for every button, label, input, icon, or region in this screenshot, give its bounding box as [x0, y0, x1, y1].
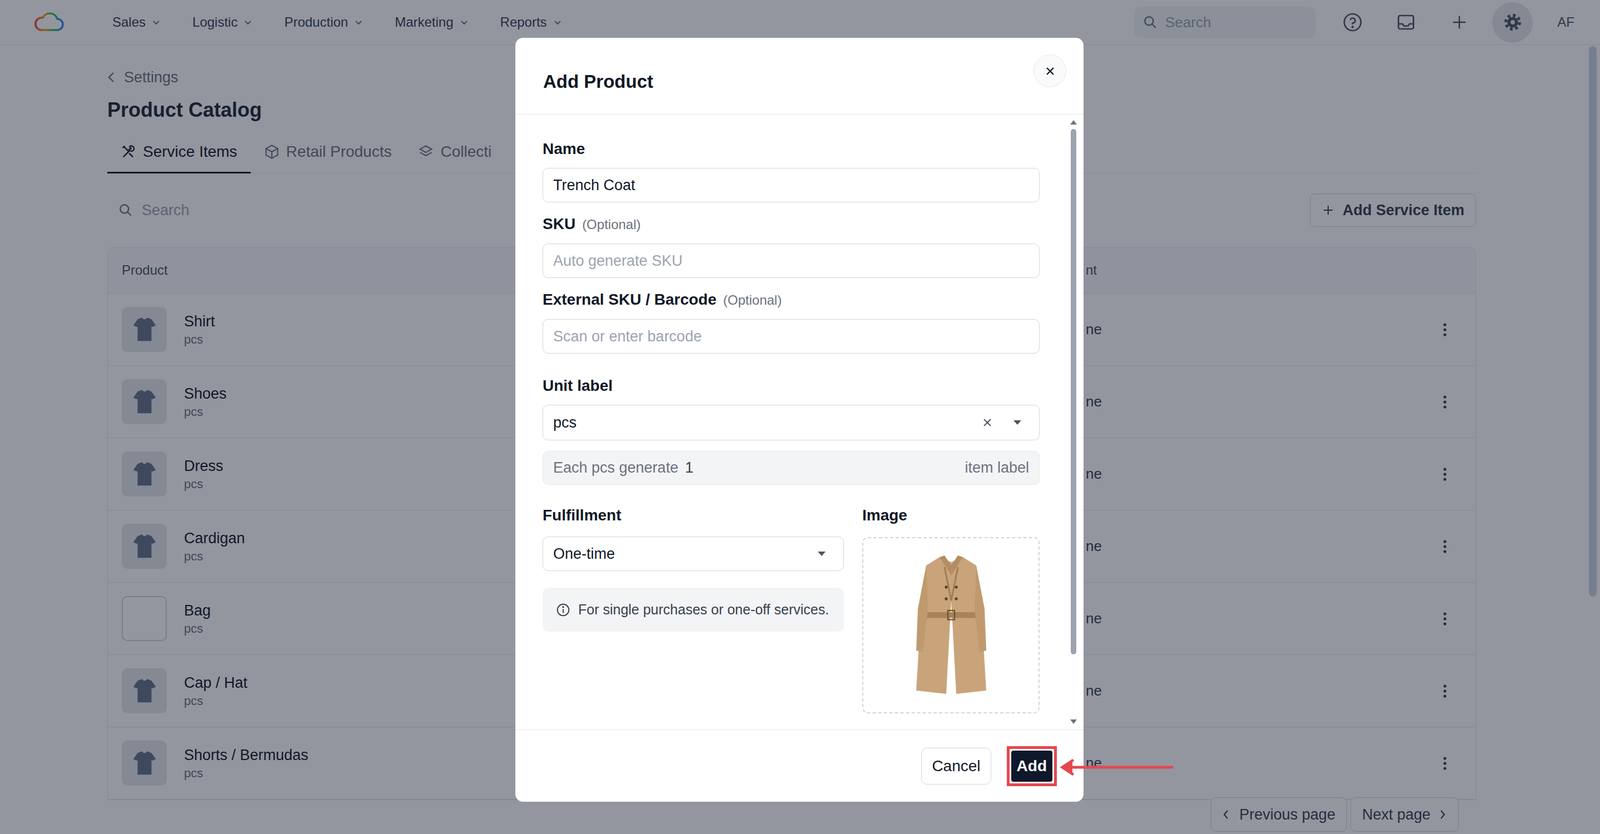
dialog-title: Add Product: [543, 70, 654, 114]
scroll-down-icon[interactable]: [1069, 718, 1078, 725]
chevron-down-icon[interactable]: [816, 550, 827, 558]
fulfillment-select[interactable]: One-time: [542, 536, 844, 571]
highlight-frame: Add: [1006, 746, 1057, 787]
sku-field: SKU(Optional): [542, 214, 1040, 278]
item-label-generator: Each pcs generate 1 item label: [542, 450, 1040, 485]
dialog-footer: Cancel Add: [515, 729, 1084, 802]
trench-coat-image: [909, 550, 993, 701]
dialog-header: Add Product: [515, 37, 1084, 115]
unit-label-select[interactable]: pcs: [542, 404, 1040, 441]
unit-label-field: Unit label pcs Each pcs generate 1 item …: [542, 376, 1040, 485]
fulfillment-info: For single purchases or one-off services…: [542, 587, 844, 632]
barcode-input[interactable]: [542, 319, 1040, 354]
scrollbar-thumb[interactable]: [1070, 128, 1077, 655]
chevron-down-icon[interactable]: [1012, 419, 1023, 426]
add-product-dialog: Add Product Name SKU(Optional) External …: [515, 37, 1084, 802]
name-input[interactable]: [542, 167, 1040, 203]
dialog-body: Name SKU(Optional) External SKU / Barcod…: [515, 114, 1084, 730]
annotation-arrow-icon: [1057, 757, 1176, 778]
dialog-button[interactable]: Add: [1011, 750, 1053, 782]
fulfillment-field: Fulfillment One-time For single purchase…: [542, 505, 844, 714]
name-field: Name: [542, 139, 1040, 203]
image-field: Image: [862, 505, 1040, 714]
dialog-button[interactable]: Cancel: [921, 747, 991, 785]
close-icon[interactable]: [1033, 54, 1067, 88]
clear-icon[interactable]: [981, 416, 993, 429]
highlight-frame: Cancel: [916, 743, 996, 789]
image-dropzone[interactable]: [862, 537, 1040, 714]
barcode-field: External SKU / Barcode(Optional): [542, 290, 1040, 354]
info-icon: [555, 602, 571, 618]
item-label-count[interactable]: 1: [684, 456, 694, 480]
scroll-up-icon[interactable]: [1069, 118, 1078, 126]
dialog-scrollbar[interactable]: [1069, 118, 1078, 725]
sku-input[interactable]: [542, 243, 1040, 278]
